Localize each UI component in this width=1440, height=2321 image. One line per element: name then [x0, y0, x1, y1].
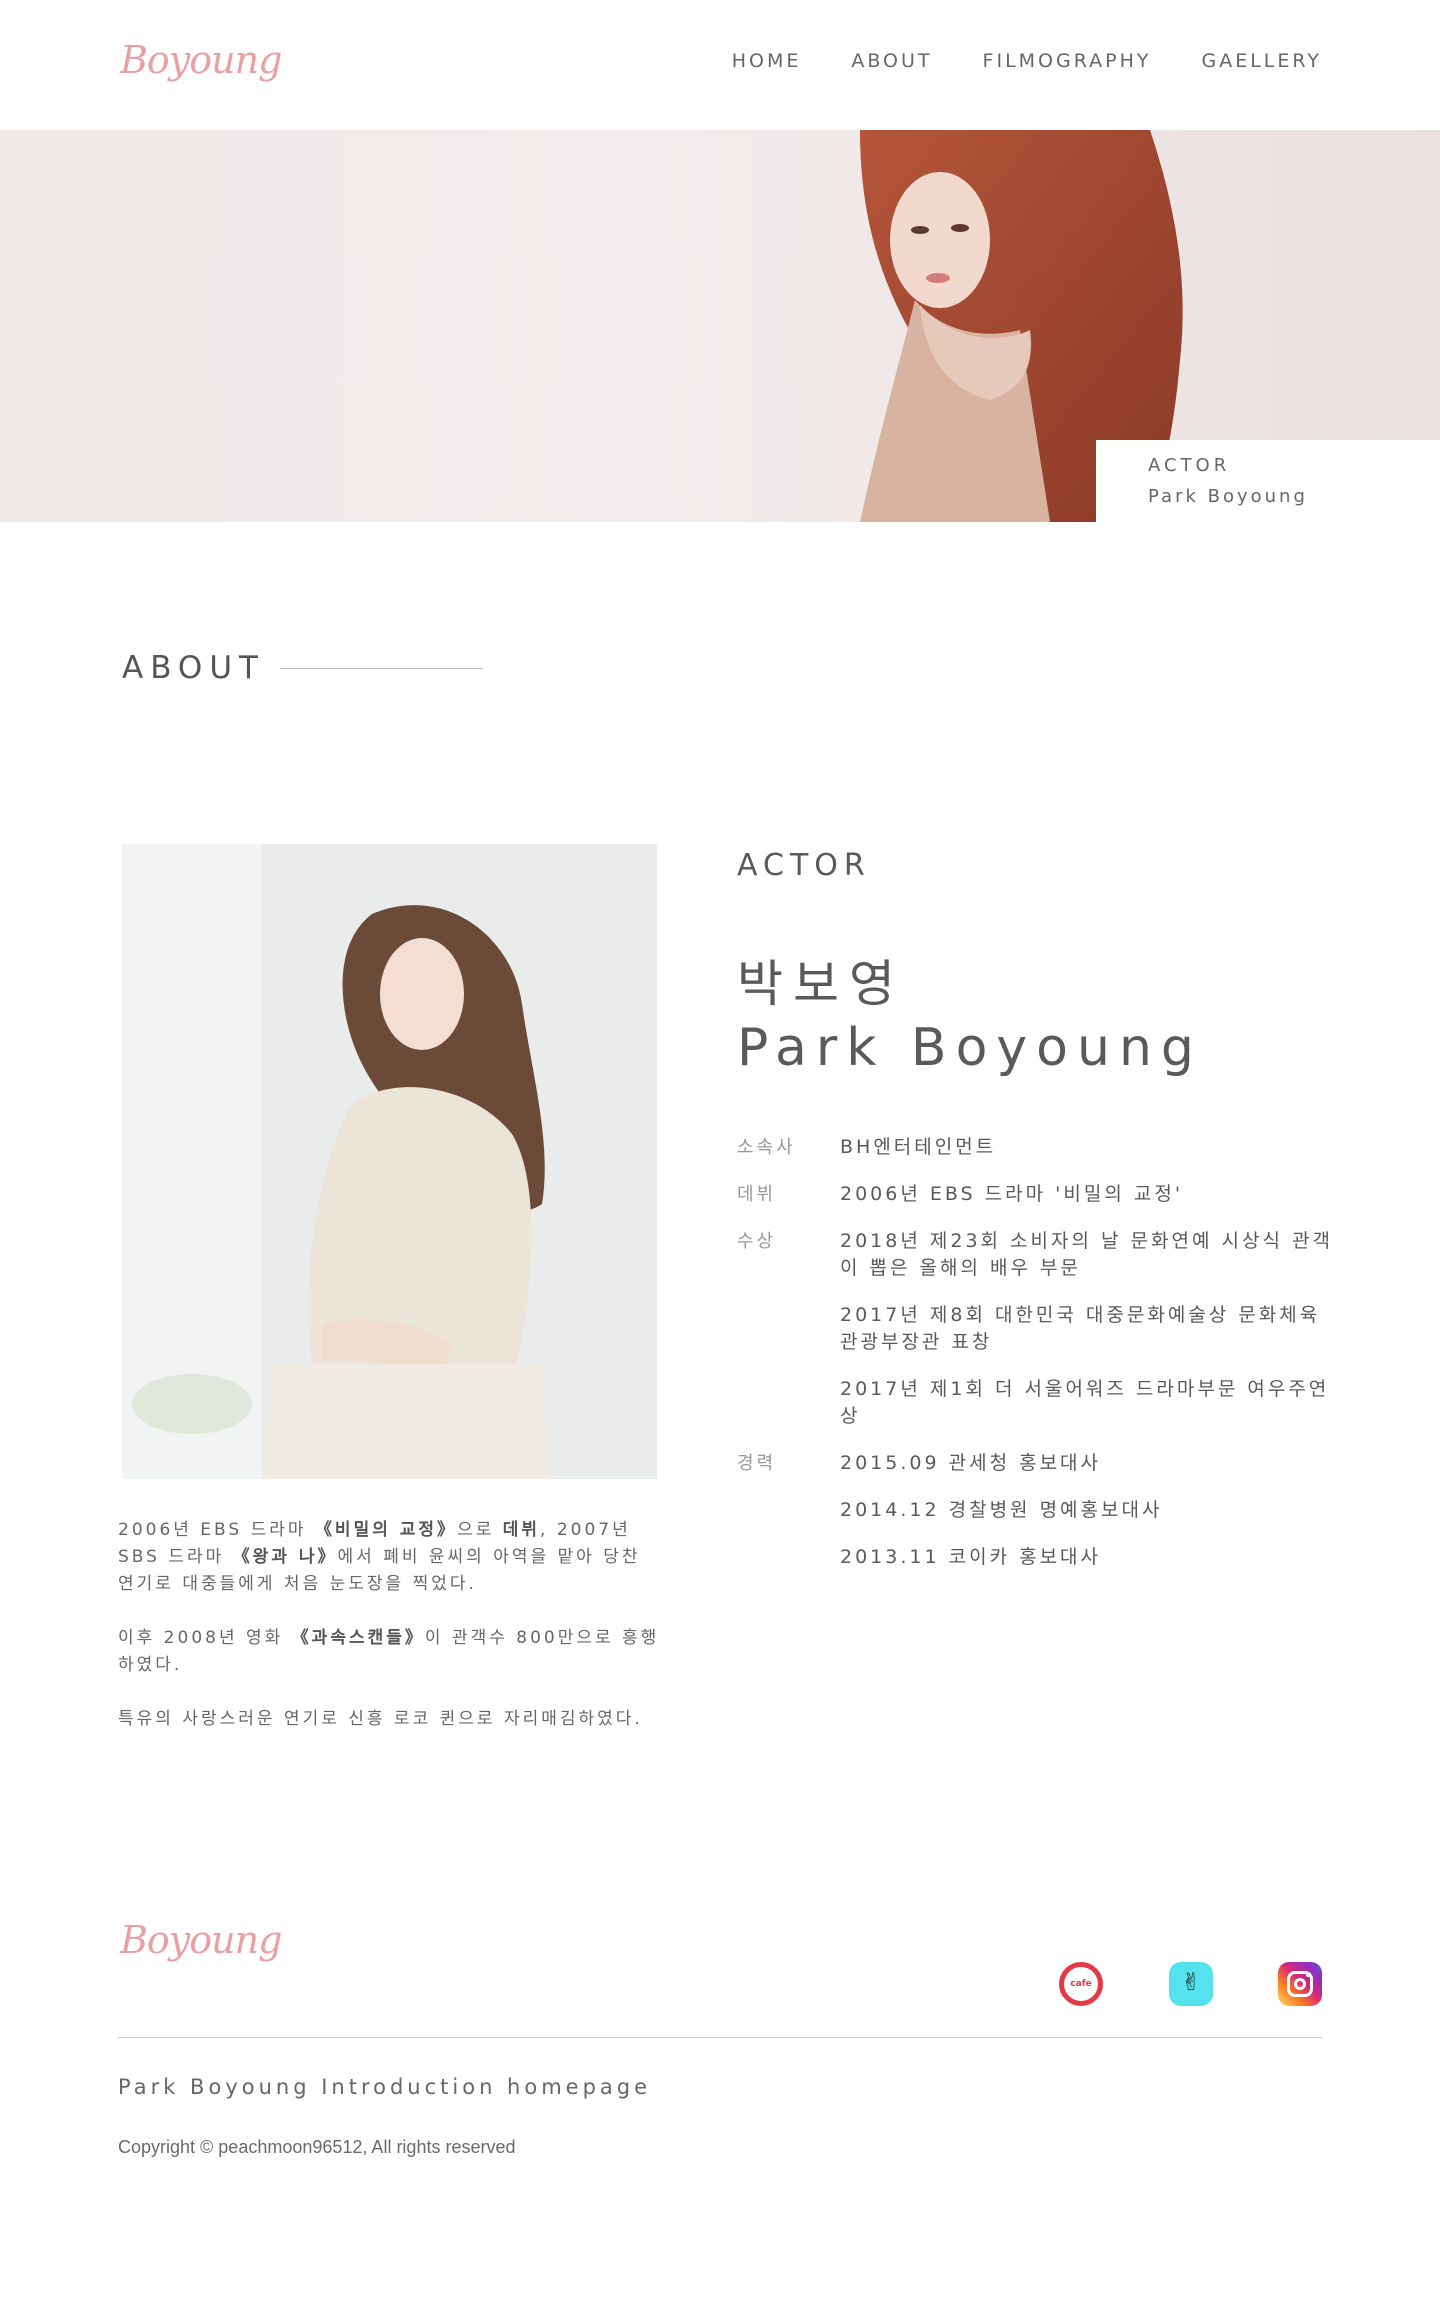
profile-name-korean: 박보영 [737, 955, 905, 1013]
bio-paragraph-3: 특유의 사랑스러운 연기로 신흥 로코 퀸으로 자리매김하였다. [118, 1709, 643, 1729]
bio-title-bold: 《과속스캔들》 [291, 1628, 425, 1648]
cafe-icon-text: cafe [1070, 1979, 1092, 1989]
bio-text-span: 으로 [457, 1520, 503, 1540]
instagram-icon[interactable] [1278, 1962, 1322, 2006]
profile-name-english: Park Boyoung [737, 1018, 1203, 1078]
bio-paragraph-2: 이후 2008년 영화 《과속스캔들》이 관객수 800만으로 흥행하였다. [118, 1625, 663, 1679]
about-heading-divider [280, 668, 482, 669]
nav-about[interactable]: ABOUT [851, 50, 932, 72]
career-item: 2015.09 관세청 홍보대사 [840, 1452, 1102, 1474]
info-row-awards: 수상 2018년 제23회 소비자의 날 문화연예 시상식 관객이 뽑은 올해의… [737, 1228, 1337, 1430]
award-item: 2017년 제8회 대한민국 대중문화예술상 문화체육관광부장관 표창 [840, 1304, 1321, 1353]
info-row-debut: 데뷔 2006년 EBS 드라마 '비밀의 교정' [737, 1181, 1337, 1208]
vlive-icon[interactable]: ✌ [1169, 1962, 1213, 2006]
nav-gallery[interactable]: GAELLERY [1202, 50, 1323, 72]
profile-role: ACTOR [737, 848, 871, 883]
info-label: 경력 [737, 1453, 777, 1474]
site-header: Boyoung HOME ABOUT FILMOGRAPHY GAELLERY [0, 0, 1440, 130]
info-value-list: 2018년 제23회 소비자의 날 문화연예 시상식 관객이 뽑은 올해의 배우… [840, 1228, 1337, 1430]
award-item: 2017년 제1회 더 서울어워즈 드라마부문 여우주연상 [840, 1378, 1330, 1427]
hero-caption-role: ACTOR [1148, 455, 1231, 476]
info-value: 2006년 EBS 드라마 '비밀의 교정' [840, 1183, 1184, 1205]
info-label: 수상 [737, 1231, 777, 1252]
award-item: 2018년 제23회 소비자의 날 문화연예 시상식 관객이 뽑은 올해의 배우… [840, 1230, 1333, 1279]
info-row-agency: 소속사 BH엔터테인먼트 [737, 1134, 1337, 1161]
cafe-icon[interactable]: cafe [1059, 1962, 1103, 2006]
site-logo[interactable]: Boyoung [120, 38, 282, 82]
info-value-list: 2015.09 관세청 홍보대사 2014.12 경찰병원 명예홍보대사 201… [840, 1450, 1337, 1571]
bio-paragraph-1: 2006년 EBS 드라마 《비밀의 교정》으로 데뷔, 2007년 SBS 드… [118, 1517, 663, 1598]
hero-banner: ACTOR Park Boyoung [0, 130, 1440, 522]
career-item: 2014.12 경찰병원 명예홍보대사 [840, 1499, 1163, 1521]
peace-hand-icon: ✌ [1180, 1968, 1202, 1996]
footer-divider [118, 2037, 1322, 2038]
info-label: 데뷔 [737, 1184, 777, 1205]
bio-title-bold: 《왕과 나》 [232, 1547, 338, 1567]
career-item: 2013.11 코이카 홍보대사 [840, 1546, 1102, 1568]
profile-info-table: 소속사 BH엔터테인먼트 데뷔 2006년 EBS 드라마 '비밀의 교정' 수… [737, 1134, 1337, 1591]
info-label: 소속사 [737, 1137, 796, 1158]
bio-title-bold: 《비밀의 교정》 [314, 1520, 458, 1540]
footer-logo[interactable]: Boyoung [120, 1918, 282, 1962]
bio-text-span: 이후 2008년 영화 [118, 1628, 292, 1648]
footer-title: Park Boyoung Introduction homepage [118, 2075, 652, 2099]
nav-home[interactable]: HOME [732, 50, 802, 72]
nav-filmography[interactable]: FILMOGRAPHY [983, 50, 1152, 72]
instagram-camera-lens [1294, 1978, 1306, 1990]
bio-text: 2006년 EBS 드라마 《비밀의 교정》으로 데뷔, 2007년 SBS 드… [118, 1517, 663, 1760]
hero-caption: ACTOR Park Boyoung [1096, 440, 1440, 522]
portrait-photo [122, 844, 657, 1479]
instagram-camera-dot [1306, 1973, 1310, 1977]
footer-copyright: Copyright © peachmoon96512, All rights r… [118, 2137, 516, 2157]
info-value: BH엔터테인먼트 [840, 1136, 997, 1158]
about-heading: ABOUT [122, 650, 265, 686]
hero-caption-name: Park Boyoung [1148, 486, 1308, 507]
info-row-career: 경력 2015.09 관세청 홍보대사 2014.12 경찰병원 명예홍보대사 … [737, 1450, 1337, 1571]
bio-debut-bold: 데뷔 [502, 1520, 541, 1540]
bio-text-span: 2006년 EBS 드라마 [118, 1520, 315, 1540]
main-nav: HOME ABOUT FILMOGRAPHY GAELLERY [732, 50, 1322, 72]
